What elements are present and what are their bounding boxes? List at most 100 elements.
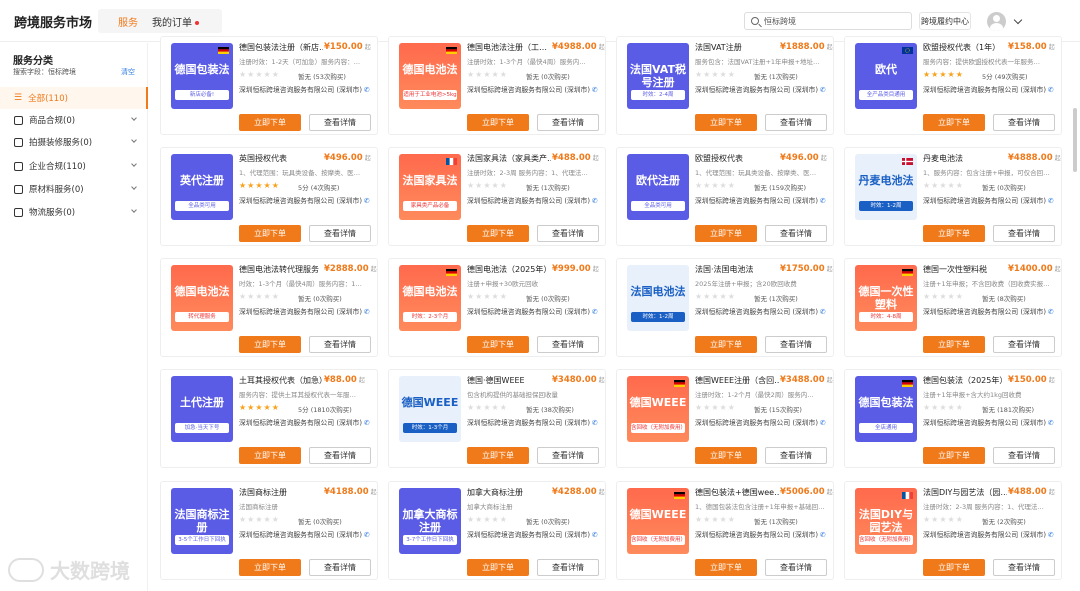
service-title[interactable]: 法国·法国电池法 [695, 264, 779, 275]
view-details-button[interactable]: 查看详情 [537, 559, 599, 576]
service-card[interactable]: 法国VAT税号注册 时效：2-4周 法国VAT注册 ¥1888.00 起服务包含：法国V… [616, 36, 834, 135]
buy-now-button[interactable]: 立即下单 [695, 559, 757, 576]
view-details-button[interactable]: 查看详情 [765, 447, 827, 464]
service-card[interactable]: 法国DIY与园艺法 含回收（无附加费用） 法国DIY与园艺法（园… ¥488.00 起注… [844, 481, 1062, 580]
service-title[interactable]: 土耳其授权代表（加急） [239, 375, 323, 386]
view-details-button[interactable]: 查看详情 [537, 447, 599, 464]
service-card[interactable]: 法国电池法 时效：1-2周 法国·法国电池法 ¥1750.00 起 2025年注册+申报；… [616, 258, 834, 357]
sidebar-item-enterprise-compliance[interactable]: 企业合规(110) [0, 155, 148, 177]
service-title[interactable]: 德国电池法转代理服务 [239, 264, 323, 275]
service-title[interactable]: 德国电池法注册（工… [467, 42, 551, 53]
sidebar-item-raw-materials[interactable]: 原材料服务(0) [0, 178, 148, 200]
clear-filter-link[interactable]: 清空 [121, 67, 135, 77]
buy-now-button[interactable]: 立即下单 [695, 114, 757, 131]
service-thumbnail[interactable]: 德国WEEE 时效：1-3个月 [399, 376, 461, 442]
phone-icon[interactable]: ✆ [364, 86, 370, 94]
phone-icon[interactable]: ✆ [820, 419, 826, 427]
service-thumbnail[interactable]: 德国电池法 转代理服务 [171, 265, 233, 331]
search-input[interactable] [764, 16, 904, 26]
phone-icon[interactable]: ✆ [364, 531, 370, 539]
view-details-button[interactable]: 查看详情 [765, 559, 827, 576]
service-thumbnail[interactable]: 土代注册 加急·当天下号 [171, 376, 233, 442]
service-title[interactable]: 德国一次性塑料税 [923, 264, 1007, 275]
service-card[interactable]: 德国包装法 全店通用 德国包装法（2025年） ¥150.00 起注册+1年申报+含大约… [844, 369, 1062, 468]
service-title[interactable]: 欧盟授权代表 [695, 153, 779, 164]
service-title[interactable]: 法国家具法（家具类产… [467, 153, 551, 164]
service-thumbnail[interactable]: 法国家具法 家具类产品必备 [399, 154, 461, 220]
service-card[interactable]: 德国WEEE 含回收（无附加费用） 德国包装法+德国wee… ¥5006.00 起 1、德… [616, 481, 834, 580]
buy-now-button[interactable]: 立即下单 [467, 336, 529, 353]
phone-icon[interactable]: ✆ [1048, 419, 1054, 427]
phone-icon[interactable]: ✆ [364, 308, 370, 316]
view-details-button[interactable]: 查看详情 [765, 114, 827, 131]
service-card[interactable]: 德国一次性塑料 时效：4-8周 德国一次性塑料税 ¥1400.00 起注册+1年申报；不… [844, 258, 1062, 357]
phone-icon[interactable]: ✆ [364, 419, 370, 427]
view-details-button[interactable]: 查看详情 [765, 336, 827, 353]
buy-now-button[interactable]: 立即下单 [695, 225, 757, 242]
service-card[interactable]: 欧代 全产品类目通用 欧盟授权代表（1年） ¥158.00 起服务内容：提供欧盟授权代表… [844, 36, 1062, 135]
service-thumbnail[interactable]: 德国电池法 时效：2-3个月 [399, 265, 461, 331]
perf-center-button[interactable]: 跨境履约中心 [919, 12, 971, 30]
service-card[interactable]: 加拿大商标注册 3-7个工作日下回执 加拿大商标注册 ¥4288.00 起加拿大商标注册… [388, 481, 606, 580]
tab-orders[interactable]: 我的订单 [152, 18, 192, 29]
buy-now-button[interactable]: 立即下单 [239, 114, 301, 131]
service-card[interactable]: 法国家具法 家具类产品必备 法国家具法（家具类产… ¥488.00 起注册时效：2-3周… [388, 147, 606, 246]
tab-services[interactable]: 服务 [118, 14, 138, 29]
buy-now-button[interactable]: 立即下单 [467, 559, 529, 576]
view-details-button[interactable]: 查看详情 [537, 114, 599, 131]
service-title[interactable]: 德国WEEE注册（含回… [695, 375, 779, 386]
service-title[interactable]: 丹麦电池法 [923, 153, 1007, 164]
buy-now-button[interactable]: 立即下单 [239, 225, 301, 242]
search-icon[interactable] [751, 17, 759, 25]
view-details-button[interactable]: 查看详情 [993, 114, 1055, 131]
sidebar-item-photo-decor[interactable]: 拍摄装修服务(0) [0, 131, 148, 153]
service-thumbnail[interactable]: 德国一次性塑料 时效：4-8周 [855, 265, 917, 331]
service-title[interactable]: 英国授权代表 [239, 153, 323, 164]
sidebar-item-logistics[interactable]: 物流服务(0) [0, 201, 148, 223]
view-details-button[interactable]: 查看详情 [537, 225, 599, 242]
buy-now-button[interactable]: 立即下单 [695, 447, 757, 464]
service-thumbnail[interactable]: 德国包装法 全店通用 [855, 376, 917, 442]
service-thumbnail[interactable]: 德国包装法 新店必备! [171, 43, 233, 109]
buy-now-button[interactable]: 立即下单 [923, 447, 985, 464]
service-thumbnail[interactable]: 德国WEEE 含回收（无附加费用） [627, 376, 689, 442]
service-title[interactable]: 法国VAT注册 [695, 42, 779, 53]
service-title[interactable]: 德国·德国WEEE [467, 375, 551, 386]
service-thumbnail[interactable]: 法国电池法 时效：1-2周 [627, 265, 689, 331]
chevron-down-icon[interactable] [1013, 15, 1023, 25]
view-details-button[interactable]: 查看详情 [993, 559, 1055, 576]
service-card[interactable]: 德国包装法 新店必备! 德国包装法注册（新店… ¥150.00 起注册时效：1-2天（可… [160, 36, 378, 135]
phone-icon[interactable]: ✆ [1048, 197, 1054, 205]
service-title[interactable]: 法国商标注册 [239, 487, 323, 498]
view-details-button[interactable]: 查看详情 [993, 336, 1055, 353]
service-thumbnail[interactable]: 法国DIY与园艺法 含回收（无附加费用） [855, 488, 917, 554]
buy-now-button[interactable]: 立即下单 [467, 225, 529, 242]
avatar[interactable] [987, 12, 1006, 31]
service-title[interactable]: 德国包装法+德国wee… [695, 487, 779, 498]
view-details-button[interactable]: 查看详情 [309, 114, 371, 131]
view-details-button[interactable]: 查看详情 [309, 225, 371, 242]
phone-icon[interactable]: ✆ [592, 197, 598, 205]
service-thumbnail[interactable]: 法国商标注册 3-5个工作日下回执 [171, 488, 233, 554]
service-thumbnail[interactable]: 丹麦电池法 时效：1-2周 [855, 154, 917, 220]
phone-icon[interactable]: ✆ [592, 308, 598, 316]
view-details-button[interactable]: 查看详情 [993, 447, 1055, 464]
phone-icon[interactable]: ✆ [592, 531, 598, 539]
phone-icon[interactable]: ✆ [592, 419, 598, 427]
service-card[interactable]: 丹麦电池法 时效：1-2周 丹麦电池法 ¥4888.00 起 1、服务内容：包含注册+申报… [844, 147, 1062, 246]
service-thumbnail[interactable]: 德国WEEE 含回收（无附加费用） [627, 488, 689, 554]
tab-orders-wrap[interactable]: 我的订单 [152, 14, 199, 29]
buy-now-button[interactable]: 立即下单 [923, 225, 985, 242]
service-title[interactable]: 加拿大商标注册 [467, 487, 551, 498]
view-details-button[interactable]: 查看详情 [309, 559, 371, 576]
service-card[interactable]: 欧代注册 全品类可用 欧盟授权代表 ¥496.00 起 1、代理范围：玩具类设备、按摩类、… [616, 147, 834, 246]
service-card[interactable]: 德国电池法 适用于工业电池>5kg 德国电池法注册（工… ¥4988.00 起注册时效：… [388, 36, 606, 135]
phone-icon[interactable]: ✆ [592, 86, 598, 94]
phone-icon[interactable]: ✆ [820, 86, 826, 94]
service-title[interactable]: 欧盟授权代表（1年） [923, 42, 1007, 53]
service-card[interactable]: 德国电池法 时效：2-3个月 德国电池法（2025年） ¥999.00 起注册+申报+3… [388, 258, 606, 357]
phone-icon[interactable]: ✆ [820, 197, 826, 205]
buy-now-button[interactable]: 立即下单 [239, 559, 301, 576]
view-details-button[interactable]: 查看详情 [765, 225, 827, 242]
buy-now-button[interactable]: 立即下单 [695, 336, 757, 353]
